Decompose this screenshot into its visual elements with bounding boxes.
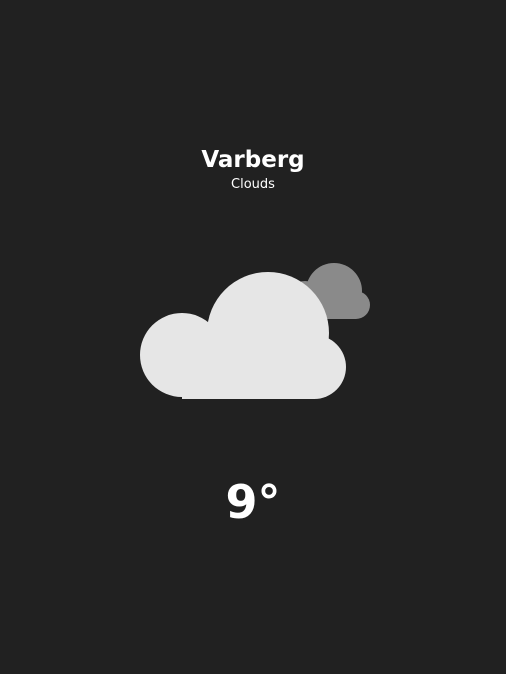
clouds-icon	[140, 263, 370, 399]
city-name: Varberg	[201, 147, 305, 173]
weather-condition: Clouds	[231, 177, 275, 192]
weather-app: Varberg Clouds 9°	[0, 0, 506, 674]
temperature: 9°	[225, 475, 281, 529]
